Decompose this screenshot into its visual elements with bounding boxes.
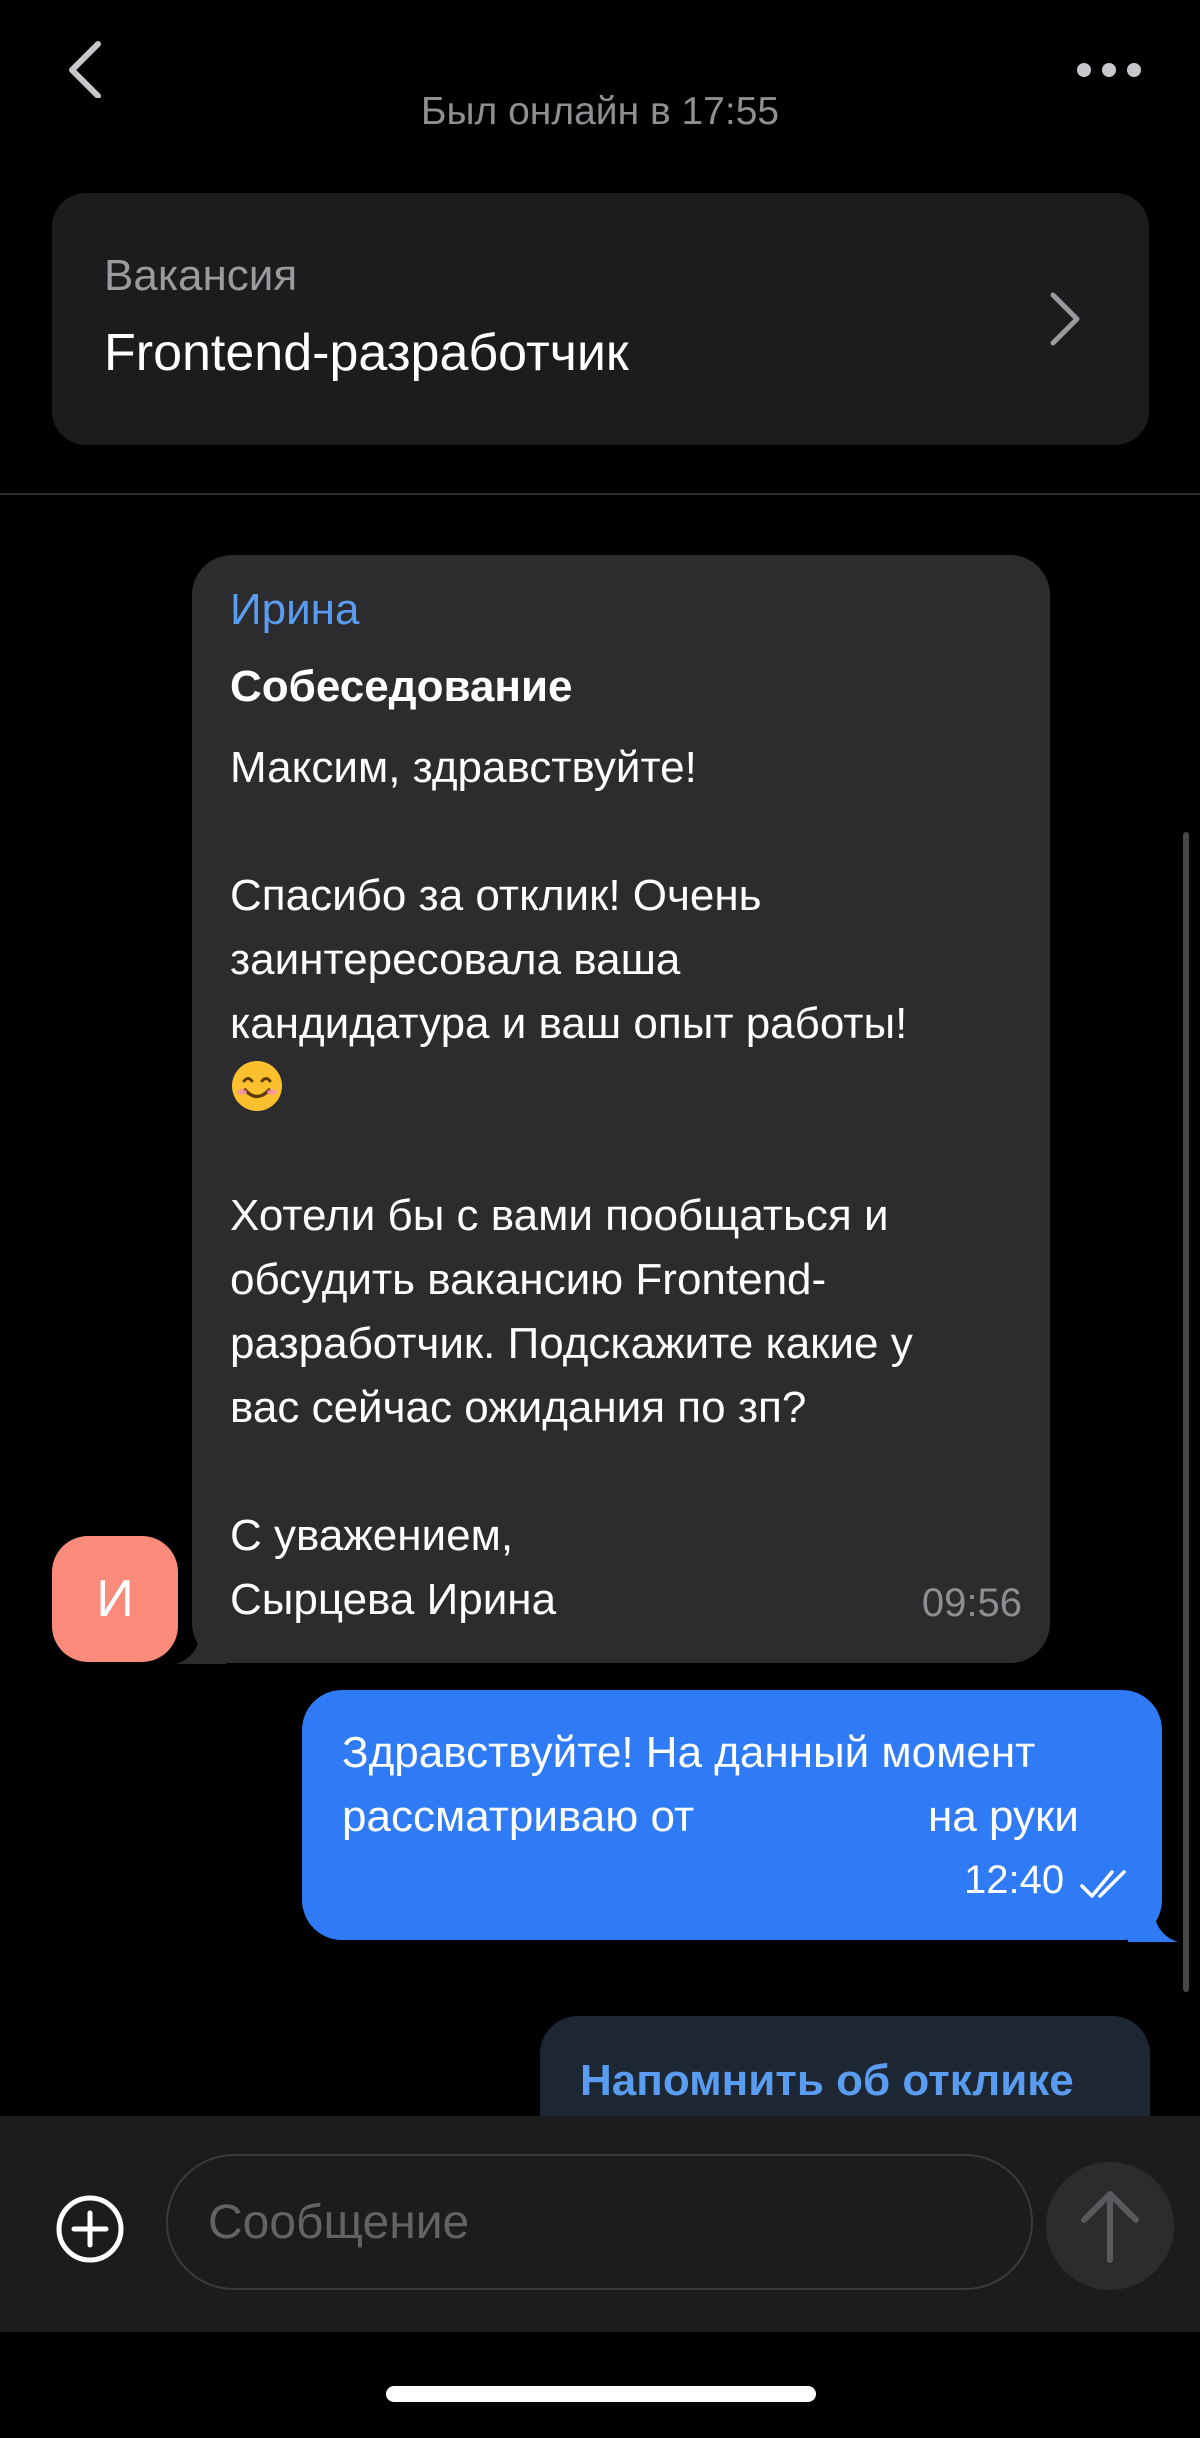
message-time: 09:56 [921, 1581, 1022, 1625]
plus-circle-icon [56, 2195, 124, 2263]
scrollbar[interactable] [1183, 832, 1189, 1992]
home-indicator[interactable] [386, 2386, 816, 2402]
message-line: вас сейчас ожидания по зп? [230, 1383, 807, 1432]
message-sender[interactable]: Ирина [230, 585, 359, 635]
online-status: Был онлайн в 17:55 [420, 90, 780, 133]
message-line: рассматриваю от [342, 1792, 695, 1841]
chevron-left-icon [69, 41, 101, 99]
message-time: 12:40 [964, 1858, 1065, 1902]
back-button[interactable] [58, 38, 114, 99]
avatar[interactable]: И [52, 1536, 178, 1662]
message-line: Максим, здравствуйте! [230, 743, 697, 792]
message-line: разработчик. Подскажите какие у [230, 1319, 913, 1368]
double-check-icon [1080, 1870, 1126, 1898]
arrow-up-icon [1081, 2191, 1139, 2263]
message-subject: Собеседование [230, 662, 573, 711]
message-line: Хотели бы с вами пообщаться и [230, 1191, 889, 1240]
header-divider [0, 493, 1200, 495]
incoming-message[interactable]: Ирина Собеседование Максим, здравствуйте… [192, 555, 1050, 1663]
message-line: Здравствуйте! На данный момент [342, 1728, 1036, 1777]
message-emoji-line [230, 1059, 284, 1113]
add-attachment-button[interactable] [54, 2193, 126, 2265]
outgoing-message[interactable]: Здравствуйте! На данный момент рассматри… [302, 1690, 1162, 1940]
message-input[interactable] [166, 2154, 1033, 2290]
message-line: на руки [928, 1792, 1079, 1841]
bottom-safe-area [0, 2332, 1200, 2438]
remind-button-label: Напомнить об отклике [580, 2056, 1074, 2105]
message-line: кандидатура и ваш опыт работы! [230, 999, 908, 1048]
chevron-right-icon [1050, 292, 1080, 346]
more-horizontal-icon [1077, 63, 1141, 77]
vacancy-card[interactable]: Вакансия Frontend-разработчик [52, 193, 1149, 445]
vacancy-label: Вакансия [104, 251, 298, 300]
smiling-face-emoji [232, 1061, 282, 1112]
message-line: обсудить вакансию Frontend- [230, 1255, 827, 1304]
send-button[interactable] [1046, 2162, 1174, 2290]
message-line: С уважением, [230, 1511, 514, 1560]
message-line: заинтересовала ваша [230, 935, 681, 984]
chat-header: Был онлайн в 17:55 Вакансия Frontend-раз… [0, 0, 1200, 495]
message-line: Спасибо за отклик! Очень [230, 871, 762, 920]
more-options-button[interactable] [1074, 50, 1144, 90]
message-composer [0, 2116, 1200, 2332]
vacancy-title: Frontend-разработчик [104, 324, 629, 382]
message-line: Сырцева Ирина [230, 1575, 557, 1624]
